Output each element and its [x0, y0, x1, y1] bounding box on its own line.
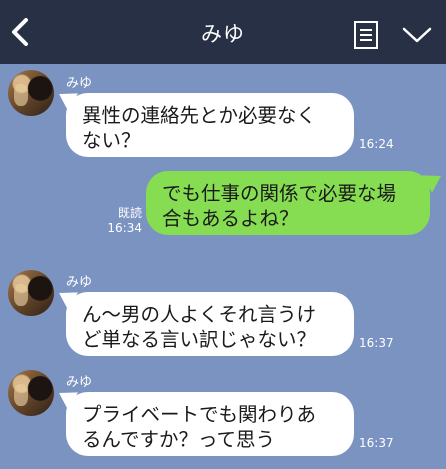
chevron-down-icon — [402, 27, 432, 43]
chat-title: みゆ — [201, 22, 245, 46]
notes-button[interactable] — [354, 21, 378, 49]
avatar[interactable] — [8, 370, 54, 416]
message-bubble[interactable]: でも仕事の関係で必要な場 合もあるよね？ — [146, 171, 430, 235]
message-meta: 既読 16:34 — [104, 206, 142, 236]
message-bubble[interactable]: ん〜男の人よくそれ言うけ ど単なる言い訳じゃない？ — [66, 292, 354, 356]
message-time: 16:24 — [359, 137, 394, 151]
notes-icon — [354, 21, 378, 49]
message-time: 16:34 — [107, 221, 142, 235]
avatar[interactable] — [8, 270, 54, 316]
collapse-button[interactable] — [402, 26, 432, 44]
message-bubble[interactable]: プライベートでも関わりあ るんですか？って思う — [66, 392, 354, 456]
back-button[interactable] — [8, 16, 34, 48]
message-bubble[interactable]: 異性の連絡先とか必要なく ない？ — [66, 93, 354, 157]
chevron-left-icon — [12, 18, 28, 46]
avatar[interactable] — [8, 70, 54, 116]
message-time: 16:37 — [359, 436, 394, 450]
read-receipt: 既読 — [117, 206, 142, 220]
message-time: 16:37 — [359, 336, 394, 350]
chat-header: みゆ — [0, 0, 446, 64]
